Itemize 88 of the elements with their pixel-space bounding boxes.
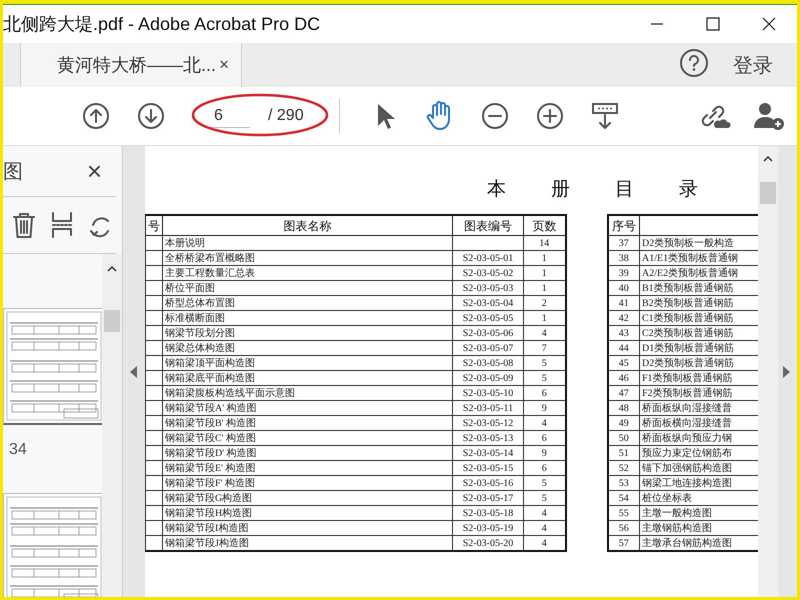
table-cell: 钢箱梁底平面构造图 xyxy=(162,370,452,386)
table-cell: S2-03-05-13 xyxy=(452,430,524,446)
table-cell: 钢箱梁节段E' 构造图 xyxy=(162,460,452,476)
sign-in-button[interactable]: 登录 xyxy=(727,43,779,87)
table-cell: S2-03-05-09 xyxy=(452,370,524,386)
table-cell: S2-03-05-08 xyxy=(452,356,524,370)
scrollbar-thumb[interactable] xyxy=(104,310,120,332)
table-cell: 钢箱梁节段I构造图 xyxy=(162,520,452,536)
scrollbar-thumb[interactable] xyxy=(760,182,776,204)
table-cell: 43 xyxy=(608,326,640,340)
table-cell: S2-03-05-02 xyxy=(452,266,524,280)
table-cell: S2-03-05-18 xyxy=(452,506,524,520)
table-cell: 钢箱梁节段A' 构造图 xyxy=(162,400,452,416)
close-panel-button[interactable]: × xyxy=(86,156,102,186)
document-tab[interactable]: 黄河特大桥——北... × xyxy=(20,43,242,87)
table-cell: 47 xyxy=(608,386,640,400)
page-label: 34 xyxy=(9,441,28,459)
table-cell: 44 xyxy=(608,340,640,356)
column-header: 图表名称 xyxy=(162,215,452,236)
table-cell: 56 xyxy=(608,520,640,536)
table-cell: 48 xyxy=(608,400,640,416)
table-cell: 钢箱梁顶平面构造图 xyxy=(162,356,452,370)
table-cell: 钢箱梁腹板构造线平面示意图 xyxy=(162,386,452,400)
table-cell: 钢梁节段划分图 xyxy=(162,326,452,340)
table-cell: 钢梁总体构造图 xyxy=(162,340,452,356)
collapse-right-icon[interactable] xyxy=(782,366,790,378)
table-cell: 桥型总体布置图 xyxy=(162,296,452,310)
page-heading-char: 本 xyxy=(487,177,506,202)
table-cell: S2-03-05-04 xyxy=(452,296,524,310)
table-cell: S2-03-05-03 xyxy=(452,280,524,296)
page-total: / 290 xyxy=(268,107,304,125)
close-icon[interactable] xyxy=(762,17,776,31)
table-cell: 49 xyxy=(608,416,640,430)
table-cell: 标准横断面图 xyxy=(162,310,452,326)
table-cell: 54 xyxy=(608,490,640,506)
table-cell: 钢箱梁节段H构造图 xyxy=(162,506,452,520)
table-cell: 50 xyxy=(608,430,640,446)
table-cell: 39 xyxy=(608,266,640,280)
page-heading-char: 目 xyxy=(615,177,634,202)
table-cell: 桥位平面图 xyxy=(162,280,452,296)
panel-title: 图 xyxy=(3,160,23,184)
table-cell: 55 xyxy=(608,506,640,520)
page-number-field[interactable]: 6 xyxy=(204,104,250,128)
table-cell: 全桥桥梁布置概略图 xyxy=(162,250,452,266)
page-thumbnail[interactable] xyxy=(3,493,102,597)
table-cell: 46 xyxy=(608,370,640,386)
table-cell: S2-03-05-07 xyxy=(452,340,524,356)
table-cell: S2-03-05-10 xyxy=(452,386,524,400)
table-cell: S2-03-05-12 xyxy=(452,416,524,430)
table-cell: 41 xyxy=(608,296,640,310)
page-thumbnail[interactable] xyxy=(3,308,102,425)
table-cell: S2-03-05-16 xyxy=(452,476,524,490)
table-cell: S2-03-05-06 xyxy=(452,326,524,340)
scroll-up-icon[interactable] xyxy=(762,154,774,164)
table-cell: 52 xyxy=(608,460,640,476)
page-heading-char: 册 xyxy=(551,177,570,202)
table-cell: 本册说明 xyxy=(162,236,452,250)
table-cell: 38 xyxy=(608,250,640,266)
tab-close-button[interactable]: × xyxy=(217,55,231,75)
table-cell: 53 xyxy=(608,476,640,490)
table-cell: S2-03-05-15 xyxy=(452,460,524,476)
table-cell: 钢箱梁节段F' 构造图 xyxy=(162,476,452,490)
table-cell: S2-03-05-01 xyxy=(452,250,524,266)
collapse-left-icon[interactable] xyxy=(130,366,138,378)
table-cell: 42 xyxy=(608,310,640,326)
table-cell: 主要工程数量汇总表 xyxy=(162,266,452,280)
table-cell: S2-03-05-11 xyxy=(452,400,524,416)
window-title: 北侧跨大堤.pdf - Adobe Acrobat Pro DC xyxy=(3,13,322,36)
page-heading-char: 录 xyxy=(679,177,698,202)
table-cell: 钢箱梁节段B' 构造图 xyxy=(162,416,452,430)
table-cell: S2-03-05-05 xyxy=(452,310,524,326)
table-cell: S2-03-05-14 xyxy=(452,446,524,460)
table-cell: 37 xyxy=(608,236,640,250)
table-cell: S2-03-05-19 xyxy=(452,520,524,536)
maximize-icon[interactable] xyxy=(706,17,720,31)
table-cell: 40 xyxy=(608,280,640,296)
table-cell: 钢箱梁节段J构造图 xyxy=(162,536,452,551)
column-header: 号 xyxy=(146,215,162,236)
table-cell: 钢箱梁节段G构造图 xyxy=(162,490,452,506)
column-header: 图表编号 xyxy=(452,215,524,236)
table-cell: 45 xyxy=(608,356,640,370)
tab-label: 黄河特大桥——北... xyxy=(57,54,216,77)
table-cell: 51 xyxy=(608,446,640,460)
column-header: 序号 xyxy=(608,215,640,236)
table-cell: 钢箱梁节段C' 构造图 xyxy=(162,430,452,446)
table-cell: 钢箱梁节段D' 构造图 xyxy=(162,446,452,460)
table-cell: S2-03-05-17 xyxy=(452,490,524,506)
scroll-up-icon[interactable] xyxy=(106,264,118,274)
